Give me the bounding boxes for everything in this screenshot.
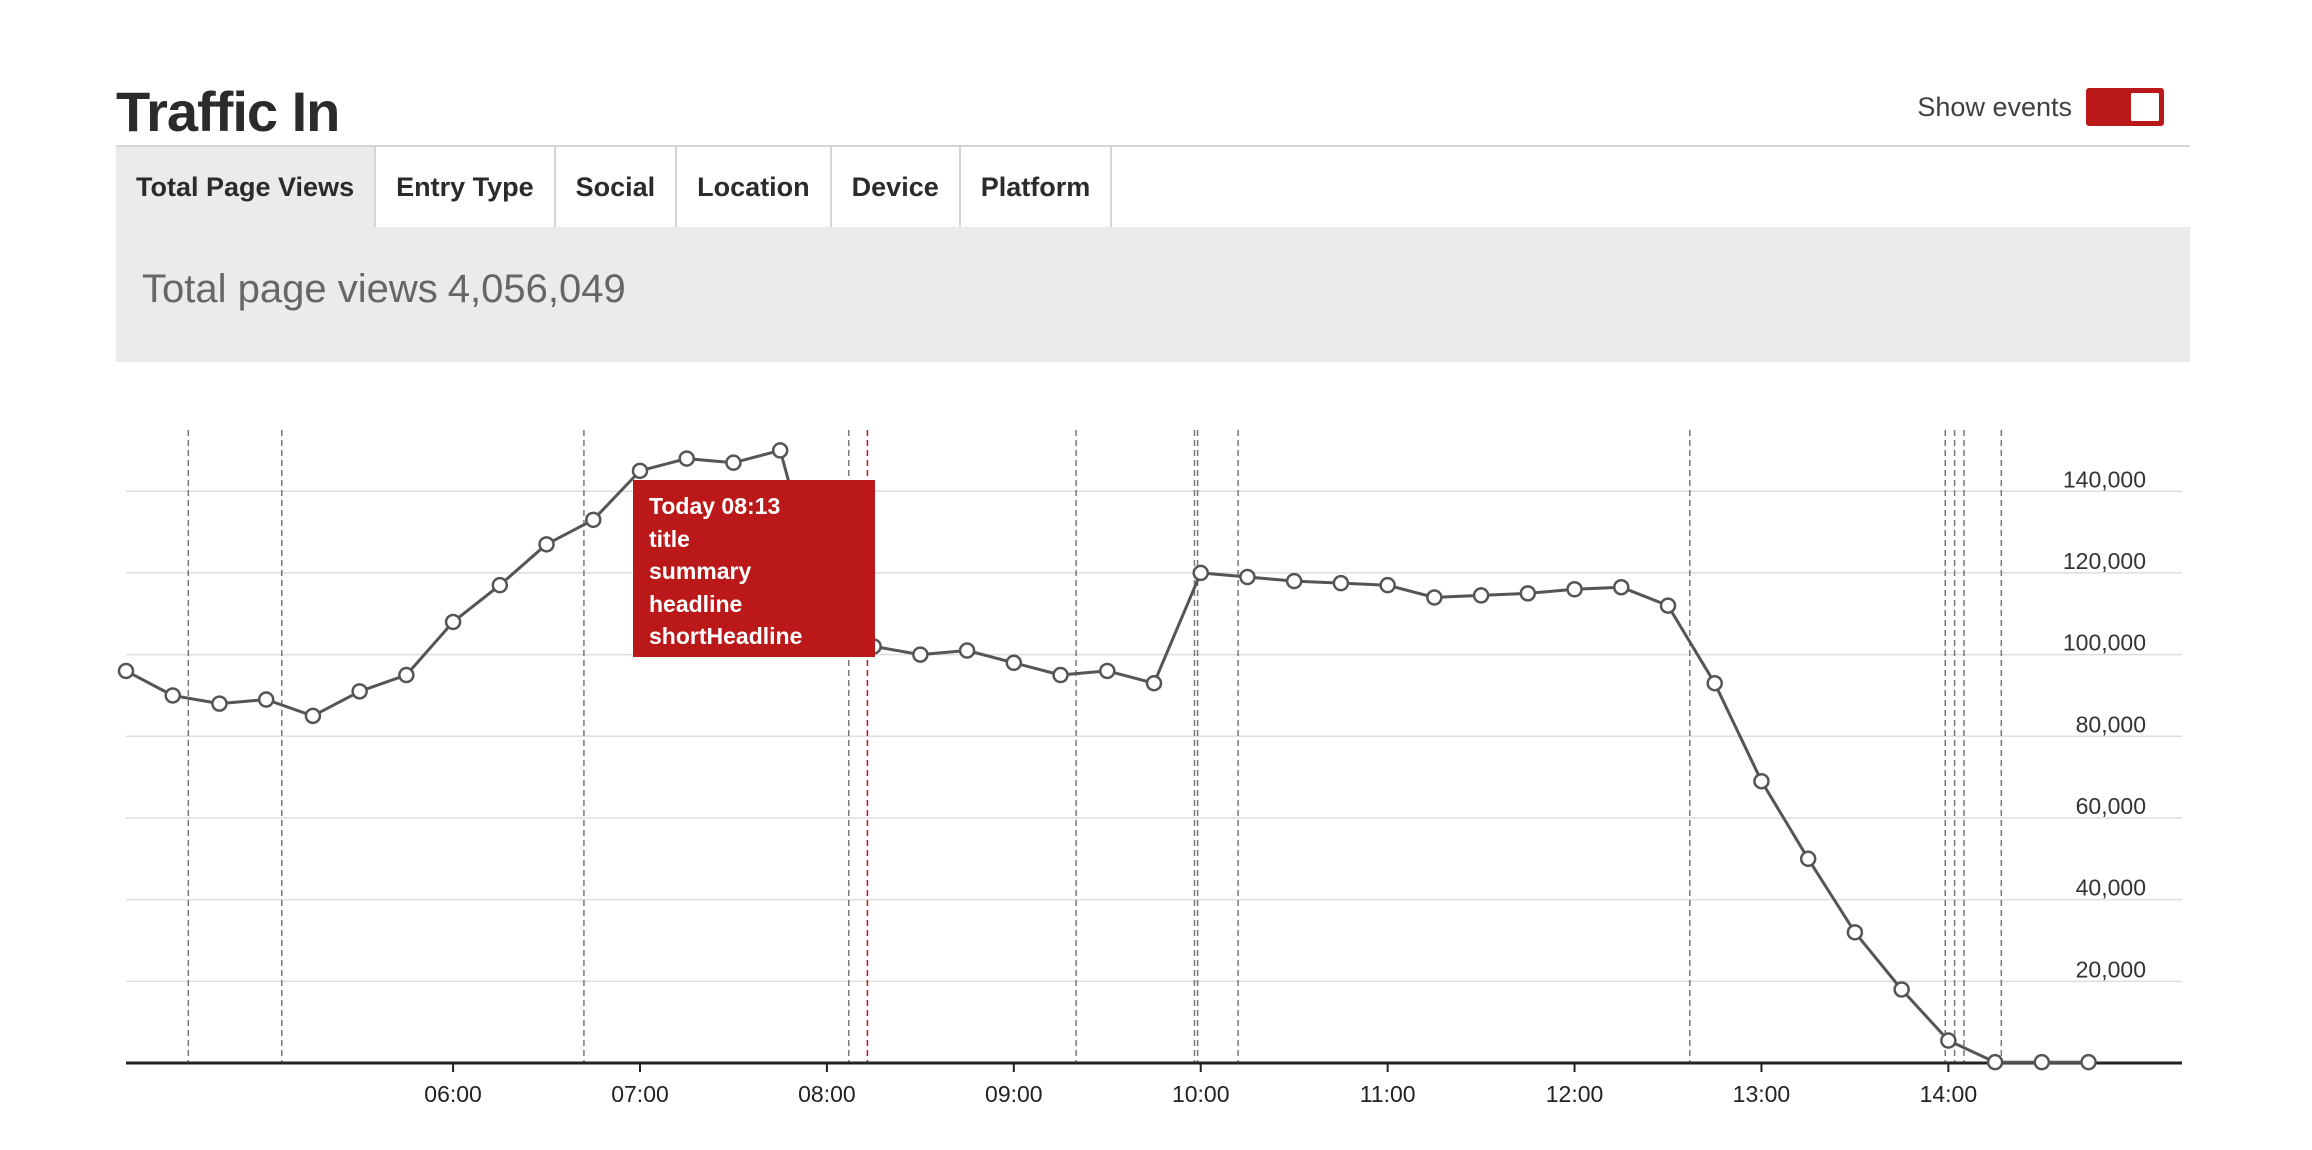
traffic-line-chart: 20,000 40,000 60,000 80,000 100,000 120,000 14…	[117, 430, 2182, 1107]
data-point	[1753, 772, 1770, 790]
data-point	[678, 450, 695, 467]
data-point	[1893, 981, 1910, 998]
y-tick-label: 20,000	[2076, 956, 2146, 982]
data-point	[1426, 589, 1443, 606]
data-point	[1799, 850, 1817, 868]
x-tick-label: 12:00	[1546, 1081, 1604, 1107]
data-point	[1379, 576, 1396, 594]
y-tick-label: 140,000	[2063, 466, 2146, 492]
data-point	[1706, 674, 1723, 692]
data-point	[1145, 674, 1163, 692]
data-point	[771, 442, 789, 459]
y-tick-label: 100,000	[2063, 630, 2146, 656]
x-tick-label: 13:00	[1733, 1081, 1791, 1107]
x-tick-label: 08:00	[798, 1081, 856, 1107]
data-point	[164, 687, 181, 704]
x-tick-label: 06:00	[424, 1081, 482, 1107]
x-tick-label: 09:00	[985, 1081, 1043, 1107]
x-tick-label: 10:00	[1172, 1081, 1230, 1107]
data-point	[2033, 1053, 2051, 1071]
series-line	[125, 448, 2089, 1064]
y-tick-label: 60,000	[2076, 793, 2146, 819]
data-point	[211, 695, 228, 712]
data-point	[538, 536, 555, 553]
x-tick-label: 07:00	[611, 1081, 669, 1107]
data-point	[1986, 1053, 2004, 1071]
data-point	[304, 707, 322, 725]
data-point	[1940, 1032, 1957, 1049]
data-point	[958, 642, 976, 659]
data-point	[491, 576, 509, 594]
y-tick-label: 40,000	[2076, 875, 2146, 901]
data-point	[117, 662, 135, 680]
data-point	[1472, 587, 1490, 604]
x-tick-label: 11:00	[1360, 1081, 1416, 1107]
data-point	[631, 462, 649, 480]
data-point	[1239, 568, 1256, 586]
data-point	[1192, 564, 1209, 582]
event-tooltip: Today 08:13 title summary headline short…	[633, 480, 875, 657]
y-tick-label: 120,000	[2063, 548, 2146, 574]
data-point	[398, 666, 415, 684]
x-tick-label: 14:00	[1920, 1081, 1978, 1107]
data-point	[1659, 597, 1677, 614]
data-point	[585, 511, 602, 529]
data-point	[1519, 585, 1537, 602]
data-point	[1566, 581, 1583, 598]
data-point	[257, 691, 275, 708]
tooltip-time: Today 08:13	[649, 493, 781, 519]
data-point	[1005, 654, 1023, 672]
data-point	[725, 454, 742, 471]
data-point	[1332, 574, 1350, 592]
data-point	[444, 613, 462, 631]
tooltip-line-title: title	[649, 525, 690, 552]
data-point	[351, 683, 368, 700]
tooltip-line-headline: headline	[649, 590, 743, 617]
y-tick-label: 80,000	[2076, 711, 2146, 737]
data-point	[912, 646, 929, 663]
data-point	[2080, 1053, 2097, 1071]
tooltip-line-summary: summary	[649, 558, 752, 584]
data-point	[1052, 666, 1069, 684]
data-point	[1099, 662, 1116, 680]
tooltip-line-shortheadline: shortHeadline	[649, 623, 803, 649]
data-point	[1285, 572, 1303, 590]
data-point	[1613, 578, 1630, 596]
data-point	[1846, 924, 1864, 941]
